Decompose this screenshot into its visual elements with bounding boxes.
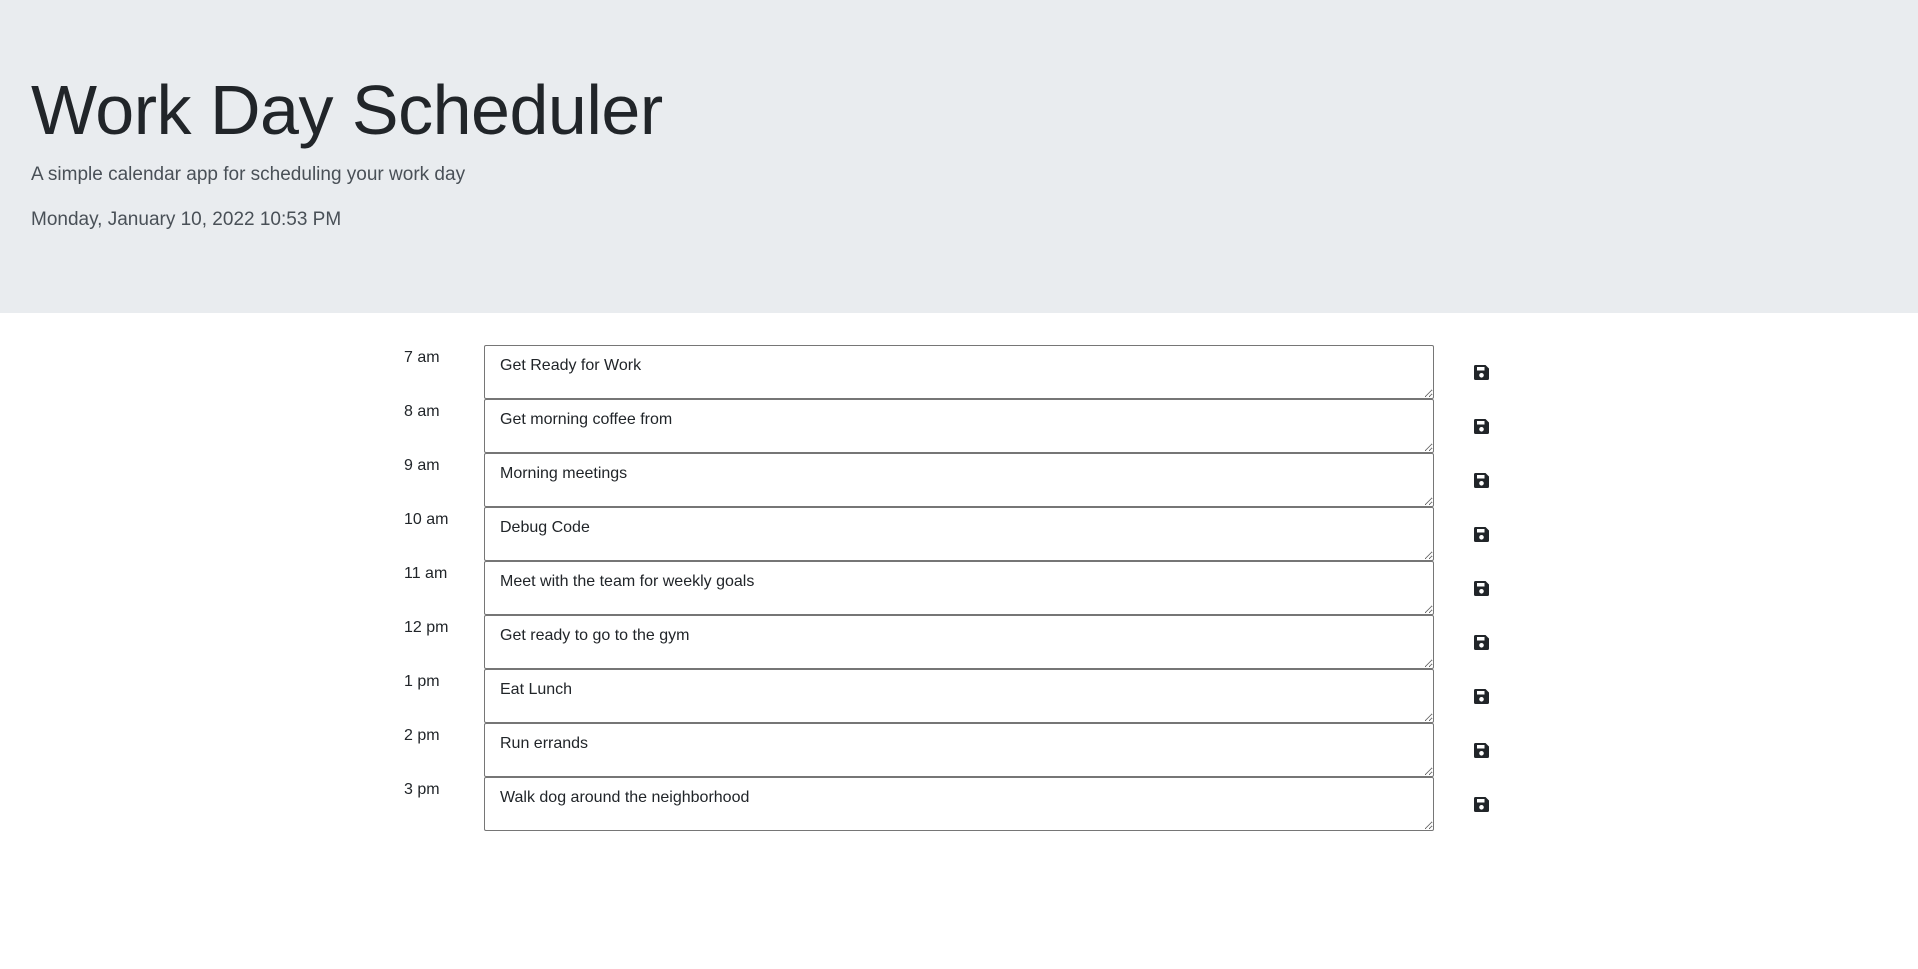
time-block: 12 pm Get ready to go to the gym <box>0 615 1918 669</box>
description-textarea[interactable]: Walk dog around the neighborhood <box>484 777 1434 831</box>
page-subtitle: A simple calendar app for scheduling you… <box>31 164 466 185</box>
description-textarea[interactable]: Debug Code <box>484 507 1434 561</box>
floppy-disk-icon <box>1473 634 1489 650</box>
hour-label: 7 am <box>404 349 440 366</box>
floppy-disk-icon <box>1473 364 1489 380</box>
hour-label: 10 am <box>404 511 449 528</box>
floppy-disk-icon <box>1473 418 1489 434</box>
time-block: 2 pm Run errands <box>0 723 1918 777</box>
page-title: Work Day Scheduler <box>31 71 663 149</box>
time-block: 8 am Get morning coffee from <box>0 399 1918 453</box>
header-jumbotron: Work Day Scheduler A simple calendar app… <box>0 0 1918 313</box>
save-button[interactable] <box>1466 627 1496 657</box>
hour-label: 2 pm <box>404 727 440 744</box>
description-textarea[interactable]: Eat Lunch <box>484 669 1434 723</box>
save-button[interactable] <box>1466 411 1496 441</box>
floppy-disk-icon <box>1473 688 1489 704</box>
description-textarea[interactable]: Meet with the team for weekly goals <box>484 561 1434 615</box>
time-block: 1 pm Eat Lunch <box>0 669 1918 723</box>
save-button[interactable] <box>1466 465 1496 495</box>
description-textarea[interactable]: Get Ready for Work <box>484 345 1434 399</box>
description-textarea[interactable]: Run errands <box>484 723 1434 777</box>
floppy-disk-icon <box>1473 580 1489 596</box>
schedule-container: 7 am Get Ready for Work 8 am Get morning… <box>0 345 1918 831</box>
save-button[interactable] <box>1466 735 1496 765</box>
save-button[interactable] <box>1466 789 1496 819</box>
description-textarea[interactable]: Get ready to go to the gym <box>484 615 1434 669</box>
save-button[interactable] <box>1466 519 1496 549</box>
hour-label: 9 am <box>404 457 440 474</box>
save-button[interactable] <box>1466 357 1496 387</box>
hour-label: 8 am <box>404 403 440 420</box>
time-block: 9 am Morning meetings <box>0 453 1918 507</box>
floppy-disk-icon <box>1473 796 1489 812</box>
description-textarea[interactable]: Get morning coffee from <box>484 399 1434 453</box>
hour-label: 1 pm <box>404 673 440 690</box>
current-day: Monday, January 10, 2022 10:53 PM <box>31 209 342 230</box>
floppy-disk-icon <box>1473 742 1489 758</box>
time-block: 7 am Get Ready for Work <box>0 345 1918 399</box>
floppy-disk-icon <box>1473 526 1489 542</box>
time-block: 3 pm Walk dog around the neighborhood <box>0 777 1918 831</box>
time-block: 10 am Debug Code <box>0 507 1918 561</box>
description-textarea[interactable]: Morning meetings <box>484 453 1434 507</box>
floppy-disk-icon <box>1473 472 1489 488</box>
save-button[interactable] <box>1466 681 1496 711</box>
time-block: 11 am Meet with the team for weekly goal… <box>0 561 1918 615</box>
hour-label: 12 pm <box>404 619 449 636</box>
hour-label: 3 pm <box>404 781 440 798</box>
hour-label: 11 am <box>404 565 448 582</box>
save-button[interactable] <box>1466 573 1496 603</box>
